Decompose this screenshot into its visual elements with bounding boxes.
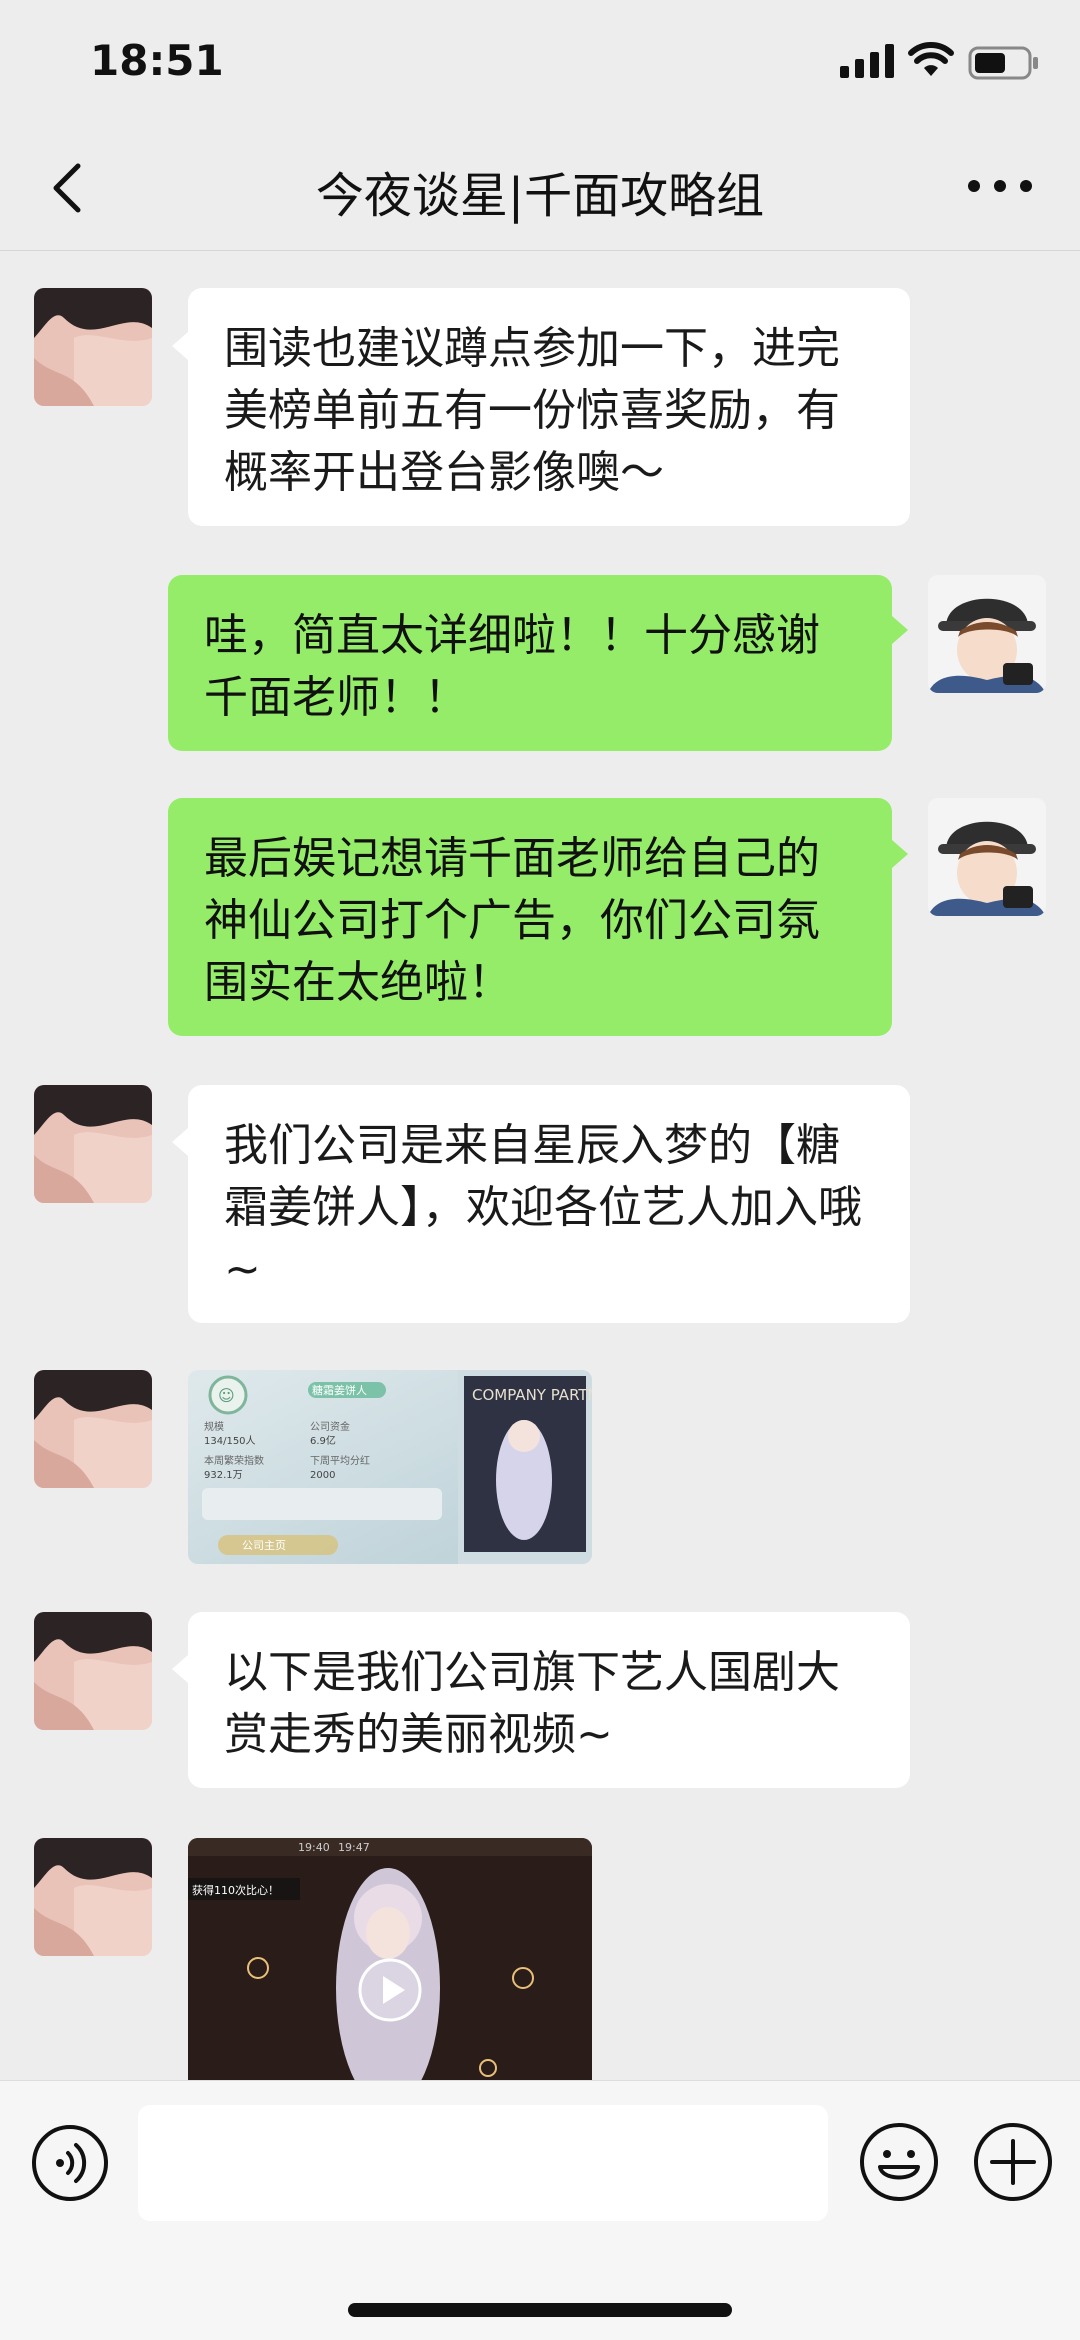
svg-text:19:40: 19:40	[298, 1841, 330, 1854]
home-indicator	[348, 2303, 732, 2317]
wifi-icon	[908, 42, 954, 76]
chat-title: 今夜谈星|千面攻略组	[315, 168, 765, 224]
voice-icon[interactable]	[30, 2123, 110, 2203]
plus-icon[interactable]	[972, 2121, 1054, 2203]
bubble-tail	[172, 1128, 188, 1156]
avatar[interactable]	[34, 1612, 152, 1730]
bubble-tail	[172, 332, 188, 360]
svg-text:本周繁荣指数: 本周繁荣指数	[204, 1454, 264, 1467]
message-text: 围读也建议蹲点参加一下，进完美榜单前五有一份惊喜奖励，有概率开出登台影像噢～	[224, 323, 840, 498]
svg-text:6.9亿: 6.9亿	[310, 1434, 336, 1447]
emoji-icon[interactable]	[858, 2121, 940, 2203]
cellular-signal-icon	[840, 44, 894, 78]
more-dots-icon[interactable]	[960, 166, 1040, 206]
message-text: 最后娱记想请千面老师给自己的神仙公司打个广告，你们公司氛围实在太绝啦！	[204, 833, 820, 1008]
bubble-tail	[892, 840, 908, 868]
avatar[interactable]	[928, 575, 1046, 693]
battery-icon	[968, 46, 1038, 80]
chevron-left-icon[interactable]	[40, 158, 100, 218]
company-card-image: ☺ 糖霜姜饼人 规模 134/150人 公司资金 6.9亿 本周繁荣指数 932…	[188, 1370, 592, 1564]
svg-text:公司资金: 公司资金	[310, 1420, 350, 1433]
bubble-tail	[172, 1655, 188, 1683]
message-bubble[interactable]: 最后娱记想请千面老师给自己的神仙公司打个广告，你们公司氛围实在太绝啦！	[168, 798, 892, 1036]
svg-text:获得110次比心！: 获得110次比心！	[192, 1883, 279, 1897]
message-text: 哇，简直太详细啦！！十分感谢千面老师！！	[204, 610, 820, 723]
svg-text:19:47: 19:47	[338, 1841, 370, 1854]
input-bar	[0, 2080, 1080, 2340]
avatar[interactable]	[34, 1370, 152, 1488]
avatar[interactable]	[34, 1085, 152, 1203]
company-name: 糖霜姜饼人	[312, 1383, 367, 1397]
message-bubble[interactable]: 哇，简直太详细啦！！十分感谢千面老师！！	[168, 575, 892, 751]
message-bubble[interactable]: 以下是我们公司旗下艺人国剧大赏走秀的美丽视频~	[188, 1612, 910, 1788]
status-bar: 18:51	[0, 0, 1080, 130]
svg-text:公司主页: 公司主页	[242, 1539, 286, 1552]
bubble-tail	[892, 616, 908, 644]
message-bubble[interactable]: 围读也建议蹲点参加一下，进完美榜单前五有一份惊喜奖励，有概率开出登台影像噢～	[188, 288, 910, 526]
play-icon[interactable]	[358, 1958, 422, 2022]
avatar[interactable]	[34, 288, 152, 406]
svg-text:☺: ☺	[218, 1386, 235, 1405]
svg-text:932.1万: 932.1万	[204, 1470, 243, 1481]
message-list[interactable]: 围读也建议蹲点参加一下，进完美榜单前五有一份惊喜奖励，有概率开出登台影像噢～ 哇…	[0, 250, 1080, 2080]
message-text: 我们公司是来自星辰入梦的【糖霜姜饼人】，欢迎各位艺人加入哦~	[224, 1120, 862, 1295]
video-message[interactable]: 19:40 19:47 获得110次比心！	[188, 1838, 592, 2080]
message-bubble[interactable]: 我们公司是来自星辰入梦的【糖霜姜饼人】，欢迎各位艺人加入哦~	[188, 1085, 910, 1323]
message-input[interactable]	[138, 2105, 828, 2221]
svg-text:规模: 规模	[204, 1420, 224, 1433]
svg-text:134/150人: 134/150人	[204, 1435, 256, 1447]
avatar[interactable]	[928, 798, 1046, 916]
chat-header: 今夜谈星|千面攻略组	[0, 130, 1080, 251]
svg-text:COMPANY PARTNER: COMPANY PARTNER	[472, 1386, 592, 1404]
image-message[interactable]: ☺ 糖霜姜饼人 规模 134/150人 公司资金 6.9亿 本周繁荣指数 932…	[188, 1370, 592, 1564]
svg-text:下周平均分红: 下周平均分红	[310, 1454, 370, 1467]
avatar[interactable]	[34, 1838, 152, 1956]
message-text: 以下是我们公司旗下艺人国剧大赏走秀的美丽视频~	[224, 1647, 840, 1760]
svg-text:2000: 2000	[310, 1470, 335, 1481]
status-time: 18:51	[90, 36, 224, 85]
